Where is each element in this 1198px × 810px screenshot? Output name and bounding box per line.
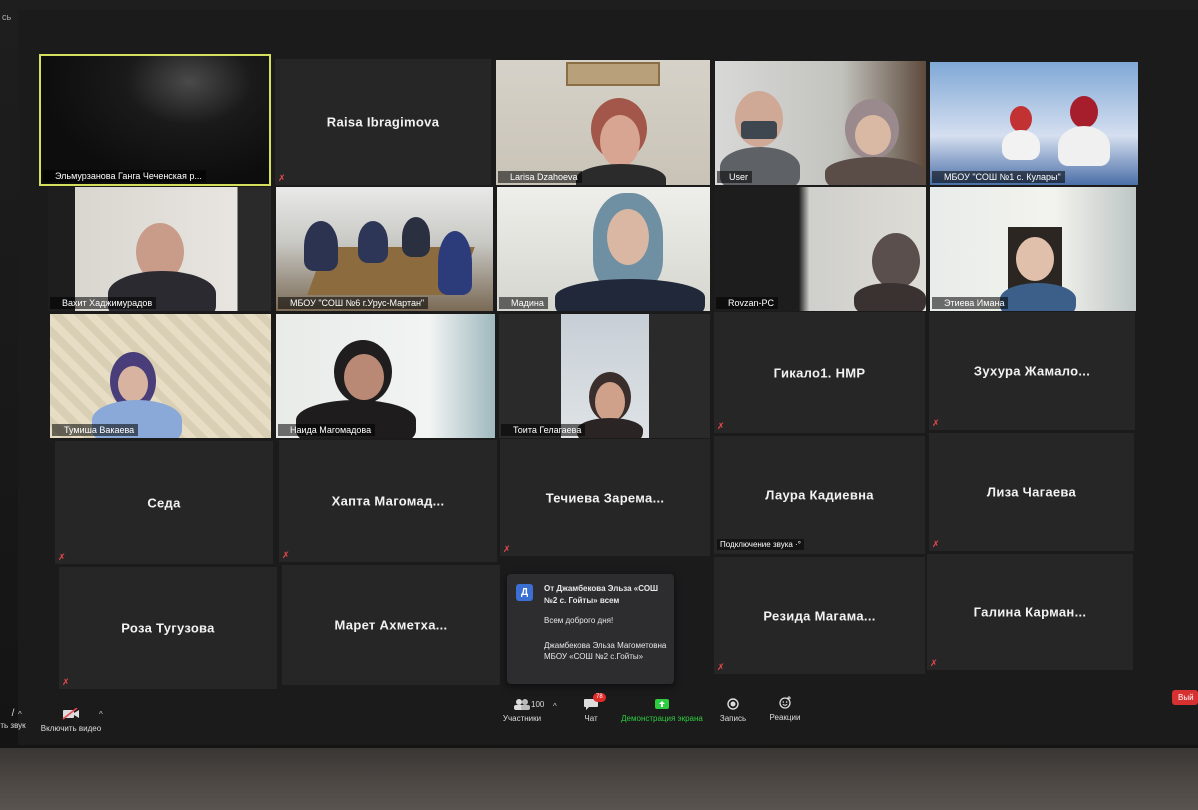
muted-mic-icon: ✗	[930, 658, 938, 668]
participant-tile-8[interactable]: Мадина	[497, 187, 710, 311]
chat-message: Джамбекова Эльза Магометовна МБОУ «СОШ №…	[544, 641, 667, 661]
participant-tile-24[interactable]: Галина Карман... ✗	[927, 554, 1133, 670]
muted-mic-icon: ✗	[717, 662, 725, 672]
meeting-toolbar: / ть звук ^ Включить видео ^ Участники 1…	[0, 690, 1198, 740]
muted-mic-icon: ✗	[932, 418, 940, 428]
participant-name-label: Мадина	[499, 297, 548, 309]
participant-tile-6[interactable]: Вахит Хаджимурадов	[48, 187, 271, 311]
participant-name-label: User	[717, 171, 753, 183]
audio-button[interactable]: / ть звук	[0, 708, 28, 730]
participant-name-label: Наида Магомадова	[278, 424, 376, 436]
share-label: Демонстрация экрана	[621, 714, 703, 723]
participant-tile-7[interactable]: МБОУ "СОШ №6 г.Урус-Мартан"	[276, 187, 493, 311]
participant-tile-9[interactable]: Rovzan-PC	[714, 187, 926, 311]
audio-label: ть звук	[0, 721, 26, 730]
participant-name: Зухура Жамало...	[973, 363, 1091, 379]
participant-name-label: Этиева Имана	[932, 297, 1009, 309]
participant-tile-5[interactable]: МБОУ "СОШ №1 с. Кулары"	[930, 62, 1138, 185]
participant-name-label: Вахит Хаджимурадов	[50, 297, 157, 309]
participant-name: Галина Карман...	[973, 604, 1087, 620]
mic-icon: /	[11, 708, 15, 719]
reactions-label: Реакции	[769, 713, 801, 722]
participant-tile-3[interactable]: Larisa Dzahoeva	[496, 60, 710, 185]
participant-tile-19[interactable]: Лаура Кадиевна Подключение звука ·°	[714, 436, 925, 554]
participant-name: Резида Магама...	[763, 608, 876, 623]
participant-name-label: Тоита Гелагаева	[501, 424, 586, 436]
participant-tile-4[interactable]: User	[715, 61, 926, 185]
leave-meeting-button[interactable]: Вый	[1172, 690, 1198, 705]
participant-name: Лаура Кадиевна	[765, 487, 874, 503]
record-label: Запись	[719, 714, 747, 723]
muted-mic-icon: ✗	[932, 539, 940, 549]
participant-tile-20[interactable]: Лиза Чагаева ✗	[929, 433, 1134, 551]
participant-name-label: Эльмурзанова Ганга Чеченская р...	[43, 170, 206, 182]
participant-name: Лиза Чагаева	[986, 484, 1077, 500]
participant-name: Седа	[147, 495, 181, 510]
share-screen-button[interactable]: Демонстрация экрана	[618, 698, 706, 723]
record-icon	[716, 698, 750, 712]
participant-tile-14[interactable]: Гикало1. НМР ✗	[714, 312, 925, 433]
participant-tile-13[interactable]: Тоита Гелагаева	[499, 314, 710, 438]
participant-tile-11[interactable]: Тумиша Вакаева	[50, 314, 271, 438]
participant-name-label: МБОУ "СОШ №1 с. Кулары"	[932, 171, 1065, 183]
video-label: Включить видео	[40, 724, 102, 733]
muted-mic-icon: ✗	[503, 544, 511, 554]
muted-mic-icon: ✗	[278, 173, 286, 183]
participant-tile-12[interactable]: Наида Магомадова	[276, 314, 495, 438]
participant-tile-16[interactable]: Седа ✗	[55, 441, 273, 564]
participant-tile-1[interactable]: Эльмурзанова Ганга Чеченская р...	[39, 54, 271, 186]
reactions-button[interactable]: Реакции	[766, 696, 804, 722]
participants-options-caret[interactable]: ^	[553, 702, 557, 711]
participant-tile-21[interactable]: Роза Тугузова ✗	[59, 567, 277, 689]
chat-message: Всем доброго дня!	[544, 616, 614, 625]
video-options-caret[interactable]: ^	[99, 710, 103, 719]
desk-surface	[0, 748, 1198, 810]
start-video-button[interactable]: Включить видео	[38, 707, 104, 733]
participant-name-label: Rovzan-PC	[716, 297, 779, 309]
chat-sender: От Джамбекова Эльза «СОШ №2 с. Гойты» вс…	[544, 584, 659, 605]
participant-name: Течиева Зарема...	[545, 490, 665, 505]
participant-tile-22[interactable]: Марет Ахметха...	[282, 565, 500, 685]
participant-name: Роза Тугузова	[121, 620, 215, 636]
participant-name-label: МБОУ "СОШ №6 г.Урус-Мартан"	[278, 297, 429, 309]
chat-unread-badge: 78	[593, 693, 606, 702]
participant-name: Хапта Магомад...	[331, 493, 445, 509]
chat-notification-popup[interactable]: Д От Джамбекова Эльза «СОШ №2 с. Гойты» …	[507, 574, 674, 684]
participants-count: 100	[531, 700, 545, 709]
muted-mic-icon: ✗	[282, 550, 290, 560]
muted-mic-icon: ✗	[717, 421, 725, 431]
window-title-fragment: сь	[2, 12, 12, 22]
participant-tile-18[interactable]: Течиева Зарема... ✗	[500, 439, 710, 556]
participant-tile-10[interactable]: Этиева Имана	[930, 187, 1136, 311]
video-off-icon	[38, 707, 104, 722]
audio-options-caret[interactable]: ^	[18, 710, 22, 719]
muted-mic-icon: ✗	[58, 552, 66, 562]
muted-mic-icon: ✗	[62, 677, 70, 687]
sender-avatar: Д	[516, 584, 533, 601]
participant-tile-17[interactable]: Хапта Магомад... ✗	[279, 440, 497, 562]
share-screen-icon	[618, 698, 706, 712]
participant-tile-2[interactable]: Raisa Ibragimova ✗	[275, 59, 491, 185]
participant-name: Марет Ахметха...	[334, 617, 448, 633]
participant-name: Raisa Ibragimova	[326, 114, 440, 130]
record-button[interactable]: Запись	[716, 698, 750, 723]
chat-label: Чат	[584, 714, 598, 723]
participant-tile-15[interactable]: Зухура Жамало... ✗	[929, 312, 1135, 430]
participant-name-label: Тумиша Вакаева	[52, 424, 139, 436]
participant-tile-23[interactable]: Резида Магама... ✗	[714, 557, 925, 674]
connecting-audio-status: Подключение звука ·°	[717, 539, 804, 550]
participants-label: Участники	[502, 714, 542, 723]
picture-frame	[566, 62, 660, 86]
participant-name: Гикало1. НМР	[773, 365, 866, 380]
participant-name-label: Larisa Dzahoeva	[498, 171, 582, 183]
reactions-icon	[766, 696, 804, 711]
